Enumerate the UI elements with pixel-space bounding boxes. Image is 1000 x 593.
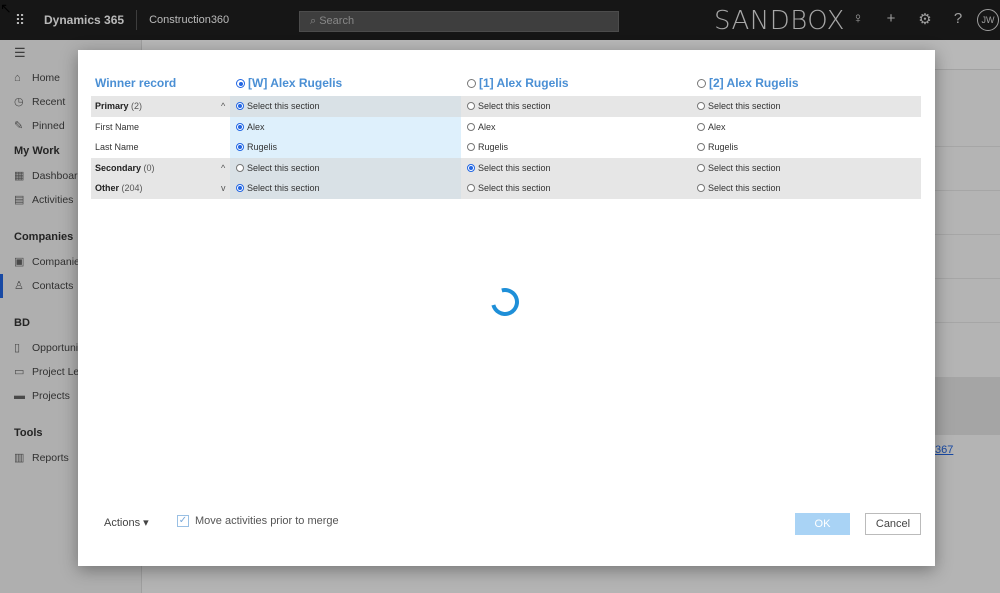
column-header-record-1[interactable]: [1] Alex Rugelis xyxy=(467,76,569,90)
section-label: Secondary xyxy=(95,162,142,173)
radio-button[interactable] xyxy=(467,122,475,131)
field-value-record-1[interactable]: Alex xyxy=(461,117,692,138)
radio-button[interactable] xyxy=(236,143,244,152)
winner-record-header: Winner record xyxy=(95,76,177,90)
select-section-record-2[interactable]: Select this section xyxy=(691,158,921,179)
field-value-winner[interactable]: Rugelis xyxy=(230,137,461,158)
select-section-record-1[interactable]: Select this section xyxy=(461,96,692,117)
radio-button[interactable] xyxy=(467,143,475,152)
select-section-record-2[interactable]: Select this section xyxy=(691,96,921,117)
select-section-record-1[interactable]: Select this section xyxy=(461,158,692,179)
ok-button[interactable]: OK xyxy=(795,513,850,535)
section-label: Other xyxy=(95,183,120,194)
section-row-secondary: Secondary (0) ^ Select this section Sele… xyxy=(91,157,921,179)
field-value-record-2[interactable]: Alex xyxy=(691,117,921,138)
column-header-record-2[interactable]: [2] Alex Rugelis xyxy=(697,76,799,90)
chevron-down-icon[interactable]: v xyxy=(221,178,226,199)
mouse-cursor-icon: ↖ xyxy=(0,0,12,16)
chevron-up-icon[interactable]: ^ xyxy=(221,96,225,117)
radio-button[interactable] xyxy=(697,122,705,131)
field-value-winner[interactable]: Alex xyxy=(230,116,461,138)
radio-button[interactable] xyxy=(467,102,475,110)
loading-spinner-icon xyxy=(485,282,525,322)
radio-button[interactable] xyxy=(467,184,475,193)
radio-button[interactable] xyxy=(697,184,705,193)
record-1-radio[interactable] xyxy=(467,79,476,88)
select-section-winner[interactable]: Select this section xyxy=(230,96,461,117)
field-label: First Name xyxy=(95,121,140,132)
section-count: (2) xyxy=(131,101,143,111)
move-activities-checkbox[interactable]: ✓ xyxy=(177,515,189,527)
radio-button[interactable] xyxy=(236,122,244,131)
merge-records-dialog: Winner record [W] Alex Rugelis [1] Alex … xyxy=(78,50,935,566)
section-label: Primary xyxy=(95,101,129,111)
radio-button[interactable] xyxy=(697,102,705,110)
field-value-record-2[interactable]: Rugelis xyxy=(691,137,921,158)
radio-button[interactable] xyxy=(236,163,244,172)
chevron-up-icon[interactable]: ^ xyxy=(221,158,225,179)
caret-down-icon: ▾ xyxy=(143,517,149,529)
actions-dropdown[interactable]: Actions ▾ xyxy=(104,516,149,529)
section-row-primary: Primary (2) ^ Select this section Select… xyxy=(91,96,921,117)
radio-button[interactable] xyxy=(236,184,244,193)
column-header-winner[interactable]: [W] Alex Rugelis xyxy=(236,76,342,90)
field-label: Last Name xyxy=(95,142,139,153)
section-count: (204) xyxy=(121,183,143,194)
select-section-record-2[interactable]: Select this section xyxy=(691,178,921,199)
move-activities-label: Move activities prior to merge xyxy=(195,515,339,527)
section-row-other: Other (204) v Select this section Select… xyxy=(91,178,921,199)
section-count: (0) xyxy=(143,162,155,173)
select-section-winner[interactable]: Select this section xyxy=(230,178,461,199)
radio-button[interactable] xyxy=(467,163,475,172)
radio-button[interactable] xyxy=(697,163,705,172)
field-row-last-name: Last Name Rugelis Rugelis Rugelis xyxy=(91,137,921,158)
field-value-record-1[interactable]: Rugelis xyxy=(461,137,692,158)
merge-grid: Primary (2) ^ Select this section Select… xyxy=(91,96,921,199)
select-section-winner[interactable]: Select this section xyxy=(230,157,461,179)
winner-radio[interactable] xyxy=(236,79,245,88)
radio-button[interactable] xyxy=(697,143,705,152)
record-2-radio[interactable] xyxy=(697,79,706,88)
radio-button[interactable] xyxy=(236,102,244,110)
select-section-record-1[interactable]: Select this section xyxy=(461,178,692,199)
field-row-first-name: First Name Alex Alex Alex xyxy=(91,116,921,138)
cancel-button[interactable]: Cancel xyxy=(865,513,921,535)
